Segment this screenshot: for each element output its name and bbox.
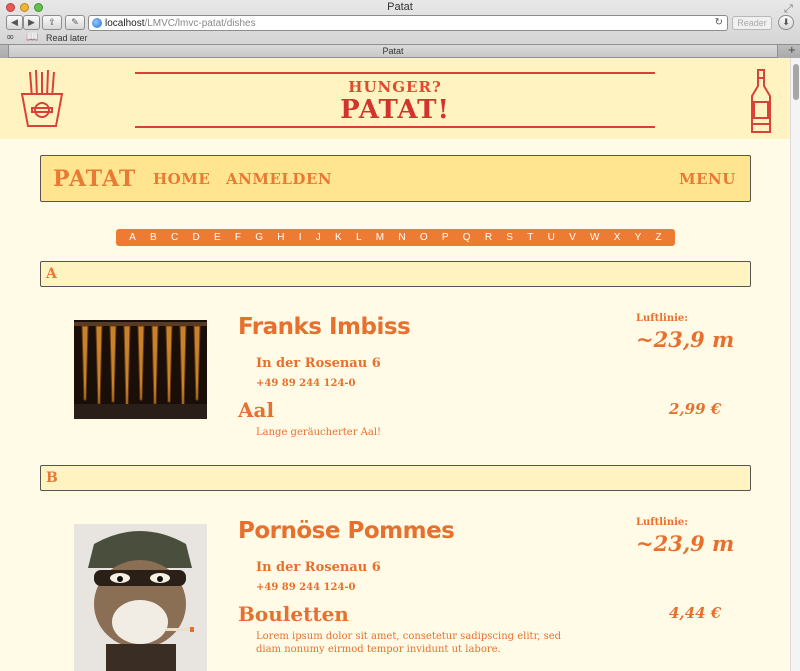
header-banner: HUNGER? PATAT! bbox=[135, 72, 655, 128]
page-scrollbar[interactable] bbox=[790, 58, 800, 671]
alphabet-link-d[interactable]: D bbox=[192, 232, 199, 243]
scrollbar-thumb[interactable] bbox=[793, 64, 799, 100]
tab-patat[interactable]: Patat bbox=[8, 45, 778, 58]
section-header-b: B bbox=[40, 465, 751, 491]
shop-phone: +49 89 244 124-0 bbox=[256, 378, 356, 389]
shop-name[interactable]: Pornöse Pommes bbox=[238, 518, 455, 544]
section-letter: A bbox=[46, 266, 57, 282]
alphabet-link-x[interactable]: X bbox=[614, 232, 621, 243]
address-bar[interactable]: localhost/LMVC/lmvc-patat/dishes ↻ bbox=[88, 15, 728, 31]
nav-menu-link[interactable]: MENU bbox=[679, 170, 736, 188]
header-brand: PATAT! bbox=[340, 95, 450, 125]
alphabet-link-g[interactable]: G bbox=[255, 232, 263, 243]
alphabet-link-s[interactable]: S bbox=[506, 232, 513, 243]
dish-name[interactable]: Aal bbox=[238, 398, 274, 422]
settings-button[interactable]: ✎ bbox=[65, 15, 85, 30]
main-nav: PATAT HOME ANMELDEN MENU bbox=[40, 155, 751, 202]
forward-button[interactable]: ▶ bbox=[23, 15, 40, 30]
site-header: HUNGER? PATAT! bbox=[0, 58, 790, 139]
alphabet-link-v[interactable]: V bbox=[569, 232, 576, 243]
browser-toolbar: ◀ ▶ ⇪ ✎ localhost/LMVC/lmvc-patat/dishes… bbox=[0, 14, 800, 32]
nav-anmelden-link[interactable]: ANMELDEN bbox=[226, 170, 332, 188]
alphabet-link-c[interactable]: C bbox=[171, 232, 178, 243]
alphabet-link-q[interactable]: Q bbox=[463, 232, 471, 243]
bookmarks-bar: ∞ 📖 Read later bbox=[0, 32, 800, 44]
alphabet-link-l[interactable]: L bbox=[356, 232, 362, 243]
shop-address: In der Rosenau 6 bbox=[256, 560, 381, 575]
share-button[interactable]: ⇪ bbox=[42, 15, 62, 30]
dish-price: 4,44 € bbox=[669, 604, 722, 622]
nav-brand-link[interactable]: PATAT bbox=[53, 166, 136, 192]
window-title: Patat bbox=[387, 1, 413, 13]
shop-phone: +49 89 244 124-0 bbox=[256, 582, 356, 593]
alphabet-link-h[interactable]: H bbox=[277, 232, 284, 243]
alphabet-link-k[interactable]: K bbox=[335, 232, 342, 243]
reader-button[interactable]: Reader bbox=[732, 16, 772, 30]
glasses-icon[interactable]: ∞ bbox=[6, 32, 14, 43]
fullscreen-icon[interactable]: ⤢ bbox=[784, 2, 796, 15]
distance-label: Luftlinie: bbox=[636, 313, 688, 324]
reload-icon[interactable]: ↻ bbox=[715, 17, 723, 28]
shop-name[interactable]: Franks Imbiss bbox=[238, 314, 411, 340]
nav-home-link[interactable]: HOME bbox=[153, 170, 210, 188]
alphabet-link-j[interactable]: J bbox=[316, 232, 321, 243]
url-host: localhost bbox=[105, 17, 145, 29]
alphabet-link-e[interactable]: E bbox=[214, 232, 221, 243]
alphabet-link-y[interactable]: Y bbox=[635, 232, 642, 243]
alphabet-link-w[interactable]: W bbox=[590, 232, 599, 243]
dish-description: Lange geräucherter Aal! bbox=[256, 427, 382, 438]
shop-address: In der Rosenau 6 bbox=[256, 356, 381, 371]
globe-icon bbox=[92, 18, 102, 28]
smoked-eel-image bbox=[74, 320, 207, 419]
distance-value: ~23,9 m bbox=[636, 531, 735, 556]
alphabet-link-b[interactable]: B bbox=[150, 232, 157, 243]
back-button[interactable]: ◀ bbox=[6, 15, 23, 30]
alphabet-link-o[interactable]: O bbox=[420, 232, 428, 243]
dish-name[interactable]: Bouletten bbox=[238, 602, 349, 626]
alphabet-link-m[interactable]: M bbox=[376, 232, 384, 243]
distance-label: Luftlinie: bbox=[636, 517, 688, 528]
read-later-link[interactable]: Read later bbox=[46, 33, 88, 43]
tab-bar: Patat + bbox=[0, 44, 800, 58]
alphabet-link-p[interactable]: P bbox=[442, 232, 449, 243]
section-header-a: A bbox=[40, 261, 751, 287]
downloads-button[interactable]: ⬇ bbox=[778, 15, 794, 30]
page-viewport: HUNGER? PATAT! PATAT HOME ANMELDEN MENU … bbox=[0, 58, 790, 671]
monkey-illustration-image bbox=[74, 524, 207, 671]
dish-price: 2,99 € bbox=[669, 400, 722, 418]
alphabet-link-u[interactable]: U bbox=[548, 232, 555, 243]
alphabet-link-z[interactable]: Z bbox=[656, 232, 662, 243]
url-path: /LMVC/lmvc-patat/dishes bbox=[144, 17, 256, 29]
browser-chrome: Patat ⤢ ◀ ▶ ⇪ ✎ localhost/LMVC/lmvc-pata… bbox=[0, 0, 800, 58]
distance-value: ~23,9 m bbox=[636, 327, 735, 352]
alphabet-index: A B C D E F G H I J K L M N O P Q R S T U V W X Y Z bbox=[116, 229, 675, 246]
book-icon[interactable]: 📖 bbox=[26, 32, 38, 43]
alphabet-link-i[interactable]: I bbox=[299, 232, 302, 243]
alphabet-link-r[interactable]: R bbox=[485, 232, 492, 243]
new-tab-icon[interactable]: + bbox=[788, 45, 796, 56]
alphabet-link-t[interactable]: T bbox=[527, 232, 533, 243]
section-letter: B bbox=[46, 470, 58, 486]
fries-logo-icon[interactable] bbox=[16, 68, 68, 128]
alphabet-link-a[interactable]: A bbox=[129, 232, 136, 243]
header-tagline: HUNGER? bbox=[348, 78, 442, 96]
alphabet-link-f[interactable]: F bbox=[235, 232, 241, 243]
dish-description: Lorem ipsum dolor sit amet, consetetur s… bbox=[256, 631, 562, 655]
alphabet-link-n[interactable]: N bbox=[398, 232, 405, 243]
ketchup-bottle-icon bbox=[751, 69, 771, 133]
